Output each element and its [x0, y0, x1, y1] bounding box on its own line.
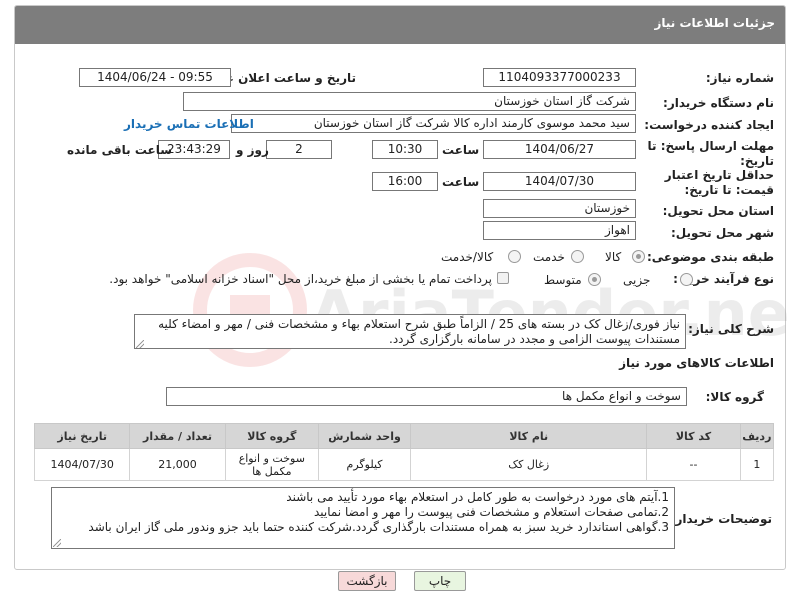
table-row: 1 -- زغال کک کیلوگرم سوخت و انواع مکمل ه… — [33, 448, 775, 481]
col-date: تاریخ نیاز — [33, 423, 131, 449]
reply-time-label: ساعت — [442, 143, 480, 157]
category-radio-service[interactable] — [571, 250, 584, 263]
buyer-note-line-2: 2.تمامی صفحات استعلام و مشخصات فنی پیوست… — [313, 505, 669, 519]
cell-unit: کیلوگرم — [317, 448, 412, 481]
days-field: 2 — [266, 140, 332, 159]
back-button[interactable]: بازگشت — [338, 571, 396, 591]
payment-checkbox[interactable] — [497, 272, 509, 284]
process-option-medium: متوسط — [544, 273, 582, 287]
resize-grip-icon[interactable] — [136, 340, 144, 348]
reply-deadline-label: مهلت ارسال پاسخ: تا تاریخ: — [647, 139, 775, 168]
buyer-org-label: نام دستگاه خریدار: — [663, 96, 774, 110]
process-option-minor: جزیی — [623, 273, 651, 287]
goods-group-field: سوخت و انواع مکمل ها — [166, 387, 687, 406]
payment-note: پرداخت تمام یا بخشی از مبلغ خرید،از محل … — [109, 272, 492, 286]
need-number-field: 1104093377000233 — [483, 68, 636, 87]
process-radio-minor[interactable] — [680, 273, 693, 286]
col-row: ردیف — [739, 423, 775, 449]
page-title: جزئیات اطلاعات نیاز — [654, 16, 775, 30]
category-option-goods-service: کالا/خدمت — [441, 250, 494, 264]
resize-grip-icon[interactable] — [53, 539, 61, 547]
col-qty: تعداد / مقدار — [129, 423, 226, 449]
cell-row: 1 — [739, 448, 775, 481]
category-option-service: خدمت — [533, 250, 565, 264]
buyer-note-line-3: 3.گواهی استاندارد خرید سبز به همراه مستن… — [88, 520, 669, 534]
col-group: گروه کالا — [224, 423, 319, 449]
creator-field: سید محمد موسوی کارمند اداره کالا شرکت گا… — [231, 114, 636, 133]
col-name: نام کالا — [410, 423, 648, 449]
reply-time-field: 10:30 — [372, 140, 438, 159]
buyer-notes-textarea: 1.آیتم های مورد درخواست به طور کامل در ا… — [51, 487, 675, 549]
buyer-note-line-1: 1.آیتم های مورد درخواست به طور کامل در ا… — [286, 490, 669, 504]
print-button[interactable]: چاپ — [414, 571, 466, 591]
days-label: روز و — [236, 143, 269, 157]
description-textarea: نیاز فوری/زغال کک در بسته های 25 / الزام… — [134, 314, 686, 349]
col-unit: واحد شمارش — [317, 423, 412, 449]
cell-group: سوخت و انواع مکمل ها — [224, 448, 319, 481]
description-label: شرح کلی نیاز: — [688, 322, 774, 336]
price-date-field: 1404/07/30 — [483, 172, 636, 191]
remaining-label: ساعت باقی مانده — [67, 143, 173, 157]
price-validity-label: حداقل تاریخ اعتبار قیمت: تا تاریخ: — [664, 168, 774, 197]
province-label: استان محل تحویل: — [662, 204, 774, 218]
need-number-label: شماره نیاز: — [705, 71, 774, 85]
price-time-field: 16:00 — [372, 172, 438, 191]
creator-label: ایجاد کننده درخواست: — [644, 118, 774, 132]
goods-group-label: گروه کالا: — [705, 390, 764, 404]
price-time-label: ساعت — [442, 175, 480, 189]
cell-qty: 21,000 — [129, 448, 226, 481]
category-radio-goods[interactable] — [632, 250, 645, 263]
city-field: اهواز — [483, 221, 636, 240]
card-header: جزئیات اطلاعات نیاز — [15, 6, 785, 44]
reply-date-field: 1404/06/27 — [483, 140, 636, 159]
goods-table-header: ردیف کد کالا نام کالا واحد شمارش گروه کا… — [33, 423, 775, 449]
province-field: خوزستان — [483, 199, 636, 218]
goods-section-title: اطلاعات کالاهای مورد نیاز — [619, 356, 774, 370]
cell-date: 1404/07/30 — [33, 448, 131, 481]
category-radio-goods-service[interactable] — [508, 250, 521, 263]
details-card — [14, 5, 786, 570]
buyer-notes-label: توضیحات خریدار: — [670, 512, 772, 526]
city-label: شهر محل تحویل: — [670, 226, 774, 240]
category-label: طبقه بندی موضوعی: — [646, 250, 774, 264]
announce-field: 1404/06/24 - 09:55 — [79, 68, 231, 87]
cell-code: -- — [646, 448, 741, 481]
cell-name: زغال کک — [410, 448, 648, 481]
contact-buyer-link[interactable]: اطلاعات تماس خریدار — [124, 117, 254, 131]
process-radio-medium[interactable] — [588, 273, 601, 286]
goods-table: ردیف کد کالا نام کالا واحد شمارش گروه کا… — [33, 423, 775, 481]
col-code: کد کالا — [646, 423, 741, 449]
category-option-goods: کالا — [605, 250, 622, 264]
buyer-org-field: شرکت گاز استان خوزستان — [183, 92, 636, 111]
